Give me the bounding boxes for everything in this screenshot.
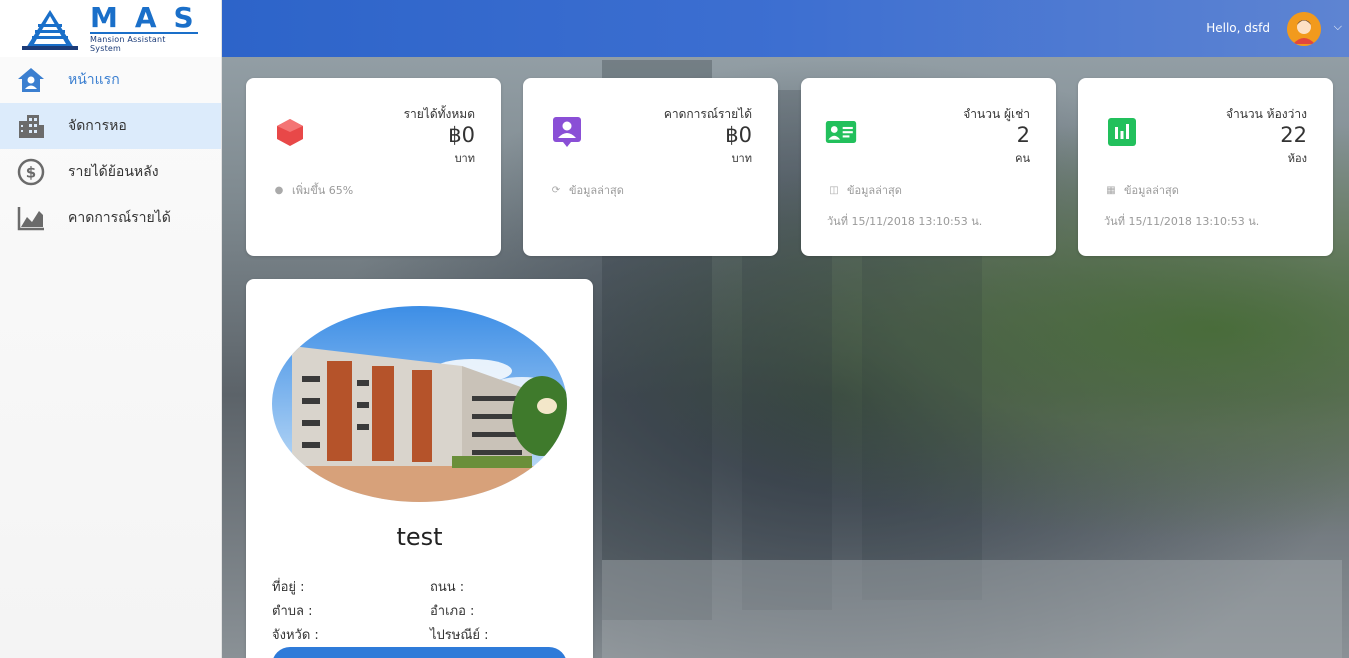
card-footer: เพิ่มขึ้น 65% — [292, 184, 354, 197]
dollar-circle-icon: $ — [16, 157, 46, 187]
refresh-icon: ⟳ — [551, 184, 561, 196]
card-value: ฿0 — [448, 123, 475, 147]
trend-chart-icon — [16, 203, 46, 233]
top-bar: Hello, dsfd ⌵ — [222, 0, 1349, 57]
card-footer: ข้อมูลล่าสุด — [847, 184, 902, 197]
bar-chart-icon — [1106, 116, 1138, 148]
card-unit: คน — [1015, 152, 1030, 165]
chevron-down-icon[interactable]: ⌵ — [1334, 20, 1342, 34]
building-icon — [16, 111, 46, 141]
card-value: 22 — [1280, 123, 1307, 147]
sidebar-item-label: หน้าแรก — [68, 72, 120, 88]
dorm-name: test — [396, 523, 443, 551]
person-badge-icon — [551, 116, 583, 148]
road-label: ถนน : — [430, 580, 465, 595]
dorm-photo — [272, 306, 567, 502]
postcode-label: ไปรษณีย์ : — [430, 628, 489, 643]
calendar-icon: ▦ — [1106, 184, 1116, 196]
card-unit: บาท — [454, 152, 475, 165]
main-content: Hello, dsfd ⌵ รายได้ทั้งหมด ฿0 บาท ● เพิ่… — [222, 0, 1349, 658]
address-label: ที่อยู่ : — [272, 580, 305, 595]
card-date: วันที่ 15/11/2018 13:10:53 น. — [827, 215, 983, 228]
sidebar-item-income-forecast[interactable]: คาดการณ์รายได้ — [0, 195, 221, 241]
sidebar-item-income-history[interactable]: $ รายได้ย้อนหลัง — [0, 149, 221, 195]
sidebar-menu: หน้าแรก จัดการหอ $ รายได้ย้อนหลัง คาดการ… — [0, 57, 221, 241]
stat-card-forecast: คาดการณ์รายได้ ฿0 บาท ⟳ ข้อมูลล่าสุด — [523, 78, 778, 256]
background-road — [602, 560, 1342, 658]
card-title: คาดการณ์รายได้ — [663, 107, 752, 121]
user-avatar[interactable] — [1287, 12, 1321, 46]
stat-card-tenants: จำนวน ผู้เช่า 2 คน ◫ ข้อมูลล่าสุด วันที่ … — [801, 78, 1056, 256]
dorm-action-button[interactable] — [272, 647, 567, 658]
dorm-card: test ที่อยู่ : ถนน : ตำบล : อำเภอ : จังห… — [246, 279, 593, 658]
sidebar-item-home[interactable]: หน้าแรก — [0, 57, 221, 103]
cube-icon — [274, 116, 306, 148]
brand-title: MAS — [90, 1, 211, 34]
sidebar: MAS Mansion Assistant System หน้าแรก จัด… — [0, 0, 222, 658]
card-title: รายได้ทั้งหมด — [403, 107, 475, 121]
sidebar-item-manage-dorm[interactable]: จัดการหอ — [0, 103, 221, 149]
brand-subtitle: Mansion Assistant System — [90, 32, 198, 53]
card-title: จำนวน ผู้เช่า — [963, 107, 1030, 121]
subdistrict-label: ตำบล : — [272, 604, 313, 619]
logo[interactable]: MAS Mansion Assistant System — [0, 0, 221, 57]
sidebar-item-label: รายได้ย้อนหลัง — [68, 164, 159, 180]
sidebar-item-label: จัดการหอ — [68, 118, 127, 134]
district-label: อำเภอ : — [430, 604, 475, 619]
bookmark-icon: ◫ — [829, 184, 839, 196]
building-logo-icon — [22, 8, 78, 50]
svg-text:$: $ — [26, 164, 36, 182]
stat-card-total-income: รายได้ทั้งหมด ฿0 บาท ● เพิ่มขึ้น 65% — [246, 78, 501, 256]
card-value: 2 — [1016, 123, 1030, 147]
card-footer: ข้อมูลล่าสุด — [569, 184, 624, 197]
home-icon — [16, 65, 46, 95]
id-card-icon — [825, 116, 857, 148]
info-dot-icon: ● — [274, 184, 284, 196]
card-footer: ข้อมูลล่าสุด — [1124, 184, 1179, 197]
card-unit: ห้อง — [1287, 152, 1307, 165]
card-value: ฿0 — [725, 123, 752, 147]
sidebar-item-label: คาดการณ์รายได้ — [68, 210, 171, 226]
card-title: จำนวน ห้องว่าง — [1225, 107, 1307, 121]
stat-card-vacant-rooms: จำนวน ห้องว่าง 22 ห้อง ▦ ข้อมูลล่าสุด วัน… — [1078, 78, 1333, 256]
province-label: จังหวัด : — [272, 628, 319, 643]
card-unit: บาท — [731, 152, 752, 165]
card-date: วันที่ 15/11/2018 13:10:53 น. — [1104, 215, 1260, 228]
user-greeting: Hello, dsfd — [1206, 21, 1270, 35]
